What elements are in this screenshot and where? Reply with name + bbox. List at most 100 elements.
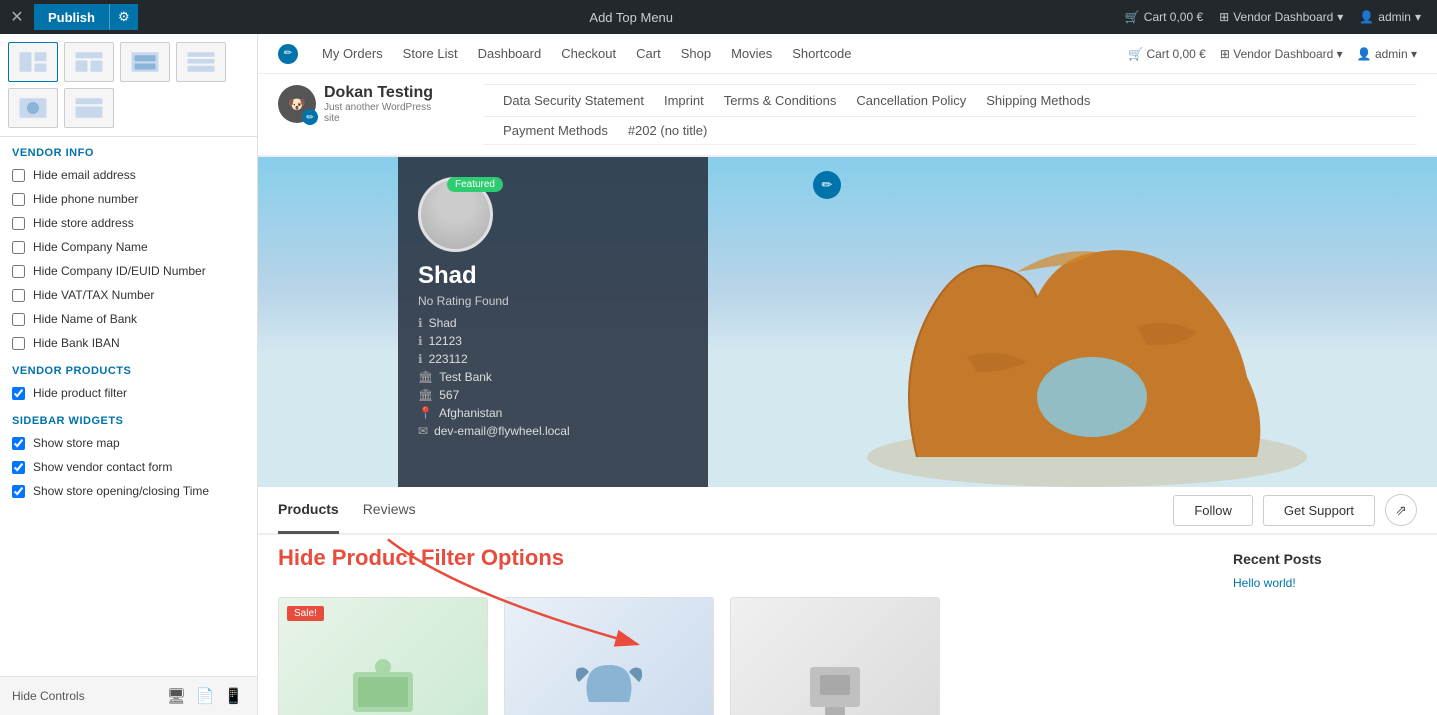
hide-product-filter-checkbox[interactable] xyxy=(12,387,25,400)
template-thumb-1[interactable] xyxy=(8,42,58,82)
store-detail-number: ℹ 223112 xyxy=(418,352,688,366)
info-icon-1: ℹ xyxy=(418,316,423,330)
dashboard-link[interactable]: Dashboard xyxy=(478,46,542,61)
vendor-products-title: VENDOR PRODUCTS xyxy=(0,355,257,381)
show-opening-time-label[interactable]: Show store opening/closing Time xyxy=(33,484,209,498)
store-detail-bank-num: 🏛 567 xyxy=(418,388,688,402)
store-list-link[interactable]: Store List xyxy=(403,46,458,61)
store-email: dev-email@flywheel.local xyxy=(434,424,570,438)
show-opening-time-checkbox[interactable] xyxy=(12,485,25,498)
template-thumb-2[interactable] xyxy=(64,42,114,82)
hide-email-label[interactable]: Hide email address xyxy=(33,168,136,182)
cancellation-link[interactable]: Cancellation Policy xyxy=(856,93,966,108)
no-title-link[interactable]: #202 (no title) xyxy=(628,123,708,138)
show-store-map-checkbox[interactable] xyxy=(12,437,25,450)
content-area: ✏ My Orders Store List Dashboard Checkou… xyxy=(258,34,1437,715)
cart-link-nav[interactable]: Cart xyxy=(636,46,661,61)
hide-bank-iban-checkbox[interactable] xyxy=(12,337,25,350)
hide-vat-checkbox[interactable] xyxy=(12,289,25,302)
close-button[interactable]: ✕ xyxy=(0,0,34,34)
edit-nav-icon[interactable]: ✏ xyxy=(278,44,298,64)
store-username: Shad xyxy=(429,316,457,330)
show-store-map-label[interactable]: Show store map xyxy=(33,436,120,450)
my-orders-link[interactable]: My Orders xyxy=(322,46,383,61)
store-detail-bank: 🏛 Test Bank xyxy=(418,370,688,384)
hide-phone-label[interactable]: Hide phone number xyxy=(33,192,138,206)
brand-edit-icon[interactable]: ✏ xyxy=(302,109,318,125)
template-thumb-4[interactable] xyxy=(176,42,226,82)
show-contact-checkbox[interactable] xyxy=(12,461,25,474)
hide-address-label[interactable]: Hide store address xyxy=(33,216,134,230)
hide-company-id-label[interactable]: Hide Company ID/EUID Number xyxy=(33,264,206,278)
data-security-link[interactable]: Data Security Statement xyxy=(503,93,644,108)
terms-link[interactable]: Terms & Conditions xyxy=(724,93,837,108)
info-icon-2: ℹ xyxy=(418,334,423,348)
hide-controls-label[interactable]: Hide Controls xyxy=(12,689,85,703)
sidebar-item-hide-bank-name: Hide Name of Bank xyxy=(0,307,257,331)
get-support-button[interactable]: Get Support xyxy=(1263,495,1375,526)
admin-link[interactable]: 👤 admin ▾ xyxy=(1359,10,1421,24)
sidebar-item-hide-address: Hide store address xyxy=(0,211,257,235)
template-thumb-5[interactable] xyxy=(8,88,58,128)
shortcode-link[interactable]: Shortcode xyxy=(792,46,851,61)
hide-bank-name-checkbox[interactable] xyxy=(12,313,25,326)
admin-nav[interactable]: 👤 admin ▾ xyxy=(1357,47,1417,61)
template-thumb-6[interactable] xyxy=(64,88,114,128)
banner-edit-button[interactable]: ✏ xyxy=(813,171,841,199)
cart-nav[interactable]: 🛒 Cart 0,00 € xyxy=(1128,47,1206,61)
store-location: Afghanistan xyxy=(439,406,502,420)
hide-address-checkbox[interactable] xyxy=(12,217,25,230)
site-top-nav: ✏ My Orders Store List Dashboard Checkou… xyxy=(258,34,1437,74)
tab-products[interactable]: Products xyxy=(278,487,339,534)
recent-post-item-1[interactable]: Hello world! xyxy=(1233,576,1296,590)
hide-phone-checkbox[interactable] xyxy=(12,193,25,206)
product-card-2[interactable] xyxy=(504,597,714,715)
vendor-dashboard-link[interactable]: ⊞ Vendor Dashboard ▾ xyxy=(1219,10,1343,24)
sidebar-item-show-opening-time: Show store opening/closing Time xyxy=(0,479,257,503)
cart-link[interactable]: 🛒 Cart 0,00 € xyxy=(1125,10,1203,24)
product-card-3[interactable] xyxy=(730,597,940,715)
chevron-down-icon: ▾ xyxy=(1337,10,1343,24)
template-thumb-3[interactable] xyxy=(120,42,170,82)
follow-button[interactable]: Follow xyxy=(1173,495,1253,526)
top-bar: ✕ Publish ⚙ Add Top Menu 🛒 Cart 0,00 € ⊞… xyxy=(0,0,1437,34)
hide-company-id-checkbox[interactable] xyxy=(12,265,25,278)
product-card-1[interactable]: Sale! xyxy=(278,597,488,715)
publish-button[interactable]: Publish xyxy=(34,4,109,30)
share-button[interactable]: ⇗ xyxy=(1385,494,1417,526)
brand-text: Dokan Testing Just another WordPresssite xyxy=(324,84,433,124)
publish-settings-button[interactable]: ⚙ xyxy=(109,4,138,30)
hide-bank-iban-label[interactable]: Hide Bank IBAN xyxy=(33,336,120,350)
brand-logo: 🐶 ✏ xyxy=(278,85,316,123)
hide-product-filter-label[interactable]: Hide product filter xyxy=(33,386,127,400)
show-contact-label[interactable]: Show vendor contact form xyxy=(33,460,172,474)
recent-posts-title: Recent Posts xyxy=(1233,551,1421,567)
hide-vat-label[interactable]: Hide VAT/TAX Number xyxy=(33,288,154,302)
mobile-view-button[interactable]: 📱 xyxy=(222,685,245,707)
store-bank: Test Bank xyxy=(439,370,492,384)
payment-methods-link[interactable]: Payment Methods xyxy=(503,123,608,138)
vendor-dash-nav[interactable]: ⊞ Vendor Dashboard ▾ xyxy=(1220,47,1343,61)
store-actions: Follow Get Support ⇗ xyxy=(1173,494,1417,526)
store-detail-location: 📍 Afghanistan xyxy=(418,406,688,420)
view-icons: 🖥 📄 📱 xyxy=(165,685,245,707)
add-top-menu-link[interactable]: Add Top Menu xyxy=(138,10,1125,25)
movies-link[interactable]: Movies xyxy=(731,46,772,61)
tablet-view-button[interactable]: 📄 xyxy=(194,685,217,707)
sidebar-item-hide-email: Hide email address xyxy=(0,163,257,187)
no-rating: No Rating Found xyxy=(418,294,688,308)
shipping-link[interactable]: Shipping Methods xyxy=(986,93,1090,108)
checkout-link[interactable]: Checkout xyxy=(561,46,616,61)
hide-email-checkbox[interactable] xyxy=(12,169,25,182)
tab-reviews[interactable]: Reviews xyxy=(363,487,416,534)
sidebar-item-hide-vat: Hide VAT/TAX Number xyxy=(0,283,257,307)
products-area: Hide Product Filter Options Sale! xyxy=(258,535,1217,715)
site-brand: 🐶 ✏ Dokan Testing Just another WordPress… xyxy=(278,84,433,124)
shop-link[interactable]: Shop xyxy=(681,46,711,61)
hide-bank-name-label[interactable]: Hide Name of Bank xyxy=(33,312,137,326)
hide-company-checkbox[interactable] xyxy=(12,241,25,254)
hide-company-label[interactable]: Hide Company Name xyxy=(33,240,148,254)
desktop-view-button[interactable]: 🖥 xyxy=(165,685,188,707)
products-grid: Sale! xyxy=(258,581,1217,715)
imprint-link[interactable]: Imprint xyxy=(664,93,704,108)
